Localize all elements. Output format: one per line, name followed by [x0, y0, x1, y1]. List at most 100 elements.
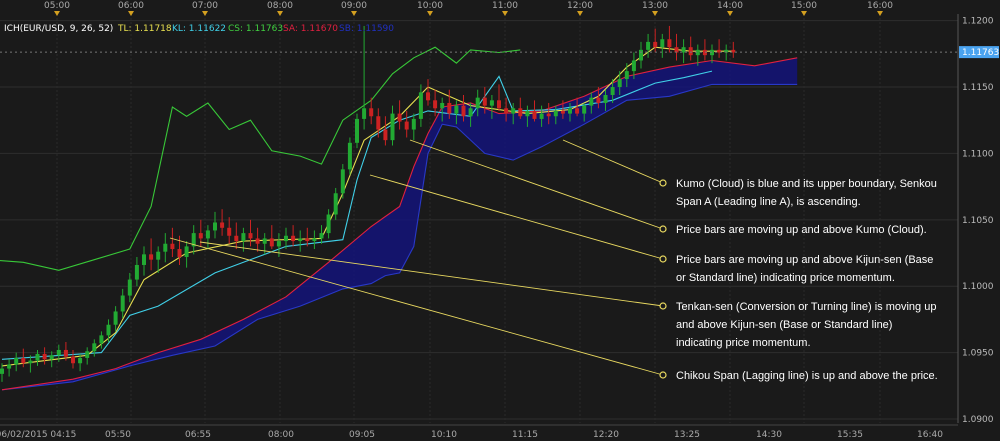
top-time-label: 16:00 — [867, 1, 893, 11]
candle-body — [418, 92, 423, 119]
candle-body — [106, 324, 111, 336]
candle-body — [21, 357, 26, 364]
candle-body — [433, 100, 438, 109]
pointer-dot — [659, 302, 667, 310]
pointer-dot — [659, 371, 667, 379]
candle-body — [560, 110, 565, 114]
candle-body — [149, 254, 154, 260]
candle-body — [347, 142, 352, 170]
candle-body — [376, 116, 381, 130]
candle-body — [667, 39, 672, 48]
candle-body — [255, 238, 260, 244]
annotation-text: or Standard line) indicating price momen… — [676, 272, 895, 284]
candle-body — [42, 353, 47, 360]
candle-body — [99, 335, 104, 344]
candle-body — [631, 60, 636, 72]
candle-body — [340, 169, 345, 194]
legend-tl: TL: 1.11718 — [117, 24, 172, 34]
candle-body — [78, 357, 83, 364]
candle-body — [14, 357, 19, 365]
top-time-label: 12:00 — [567, 1, 593, 11]
candle-body — [426, 92, 430, 101]
bottom-time-label: 06:55 — [185, 430, 211, 440]
y-tick-label: 1.1050 — [962, 216, 994, 226]
candle-body — [617, 79, 622, 88]
candle-body — [461, 105, 466, 117]
top-time-label: 15:00 — [791, 1, 817, 11]
candle-body — [447, 102, 452, 114]
candle-body — [532, 110, 537, 119]
candle-body — [177, 249, 182, 258]
candle-body — [326, 214, 331, 234]
annotation-text: Span A (Leading line A), is ascending. — [676, 196, 861, 208]
bottom-time-label: 16:40 — [917, 430, 943, 440]
candle-body — [319, 233, 324, 239]
top-time-label: 07:00 — [192, 1, 218, 11]
candle-body — [390, 113, 395, 141]
y-tick-label: 1.1200 — [962, 17, 994, 27]
y-tick-label: 1.1150 — [962, 83, 994, 93]
bottom-time-label: 08:00 — [268, 430, 294, 440]
candle-body — [440, 102, 445, 109]
candle-body — [213, 222, 217, 231]
candle-body — [610, 87, 615, 96]
candle-body — [276, 241, 281, 247]
top-time-label: 11:00 — [492, 1, 518, 11]
annotation-text: Price bars are moving up and above Kijun… — [676, 254, 933, 266]
legend-sb: SB: 1.11590 — [339, 24, 394, 34]
candle-body — [85, 351, 90, 358]
candle-body — [489, 100, 494, 106]
candle-body — [383, 129, 388, 141]
legend: ICH(EUR/USD, 9, 26, 52) TL: 1.11718 KL: 1… — [4, 24, 394, 34]
legend-cs: CS: 1.11763 — [228, 24, 283, 34]
top-time-label: 13:00 — [642, 1, 668, 11]
candle-body — [475, 97, 480, 109]
bottom-time-label: 13:25 — [674, 430, 700, 440]
candle-body — [71, 356, 75, 364]
candle-body — [198, 233, 203, 239]
candle-body — [127, 279, 132, 296]
candle-body — [269, 238, 274, 247]
top-time-label: 09:00 — [341, 1, 367, 11]
candle-body — [184, 246, 189, 258]
candle-body — [170, 243, 175, 250]
candle-body — [262, 238, 267, 244]
ichimoku-chart: Kumo (Cloud) is blue and its upper bound… — [0, 0, 1000, 441]
candle-body — [653, 41, 658, 48]
y-tick-label: 1.1100 — [962, 149, 994, 159]
bottom-time-label: 15:35 — [837, 430, 863, 440]
candle-body — [397, 113, 402, 122]
candle-body — [284, 235, 288, 242]
candle-body — [468, 108, 473, 117]
candle-body — [28, 360, 33, 364]
candle-body — [248, 233, 253, 239]
top-time-label: 05:00 — [44, 1, 70, 11]
y-tick-label: 1.1000 — [962, 282, 994, 292]
candle-body — [142, 254, 146, 265]
candle-body — [525, 110, 530, 117]
candle-body — [35, 353, 40, 361]
annotation-text: and above Kijun-sen (Base or Standard li… — [676, 319, 892, 331]
candle-body — [63, 349, 68, 357]
top-time-label: 08:00 — [267, 1, 293, 11]
candle-body — [156, 251, 161, 260]
legend-sa: SA: 1.11670 — [283, 24, 338, 34]
legend-kl: KL: 1.11622 — [172, 24, 226, 34]
candle-body — [241, 233, 246, 242]
candle-body — [518, 108, 523, 117]
candle-body — [575, 108, 580, 114]
candle-body — [234, 235, 239, 242]
candle-body — [603, 95, 608, 103]
candle-body — [553, 110, 558, 117]
candle-body — [411, 118, 416, 130]
pointer-dot — [659, 255, 667, 263]
annotation-text: Price bars are moving up and above Kumo … — [676, 224, 927, 236]
candle-body — [298, 238, 303, 242]
candle-body — [539, 113, 544, 119]
candle-body — [7, 364, 12, 369]
candle-body — [0, 368, 4, 374]
annotation-text: Kumo (Cloud) is blue and its upper bound… — [676, 178, 937, 190]
candle-body — [362, 108, 367, 119]
candle-body — [646, 41, 651, 50]
candle-body — [291, 235, 296, 242]
